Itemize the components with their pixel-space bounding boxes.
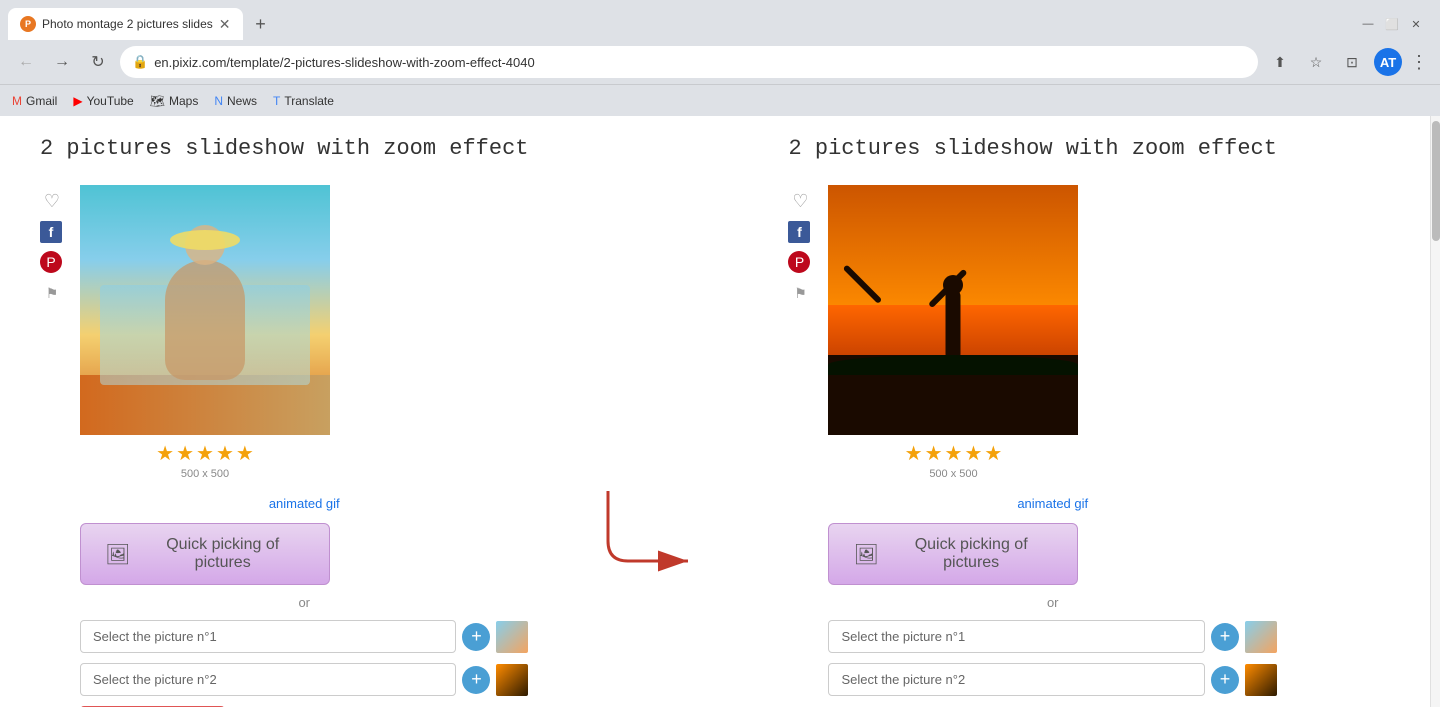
scrollbar-thumb[interactable] [1432,121,1440,241]
left-section: 2 pictures slideshow with zoom effect ♡ … [40,136,528,707]
window-controls: — ⬜ ✕ [1360,16,1432,32]
tab-close-btn[interactable]: ✕ [219,16,231,33]
pinterest-btn-left[interactable]: P [40,251,62,273]
page-content: 2 pictures slideshow with zoom effect ♡ … [0,116,1440,707]
left-controls: 🖼 Quick picking of pictures or Select th… [80,523,528,707]
bookmark-star-icon[interactable]: ☆ [1302,48,1330,76]
bookmark-news[interactable]: N News [214,94,257,108]
heart-btn-left[interactable]: ♡ [40,189,64,213]
left-preview-image [80,185,330,435]
forward-btn[interactable]: → [48,48,76,76]
menu-btn[interactable]: ⋮ [1410,52,1428,73]
right-select-pic1-btn[interactable]: Select the picture n°1 [828,620,1204,653]
left-thumb2 [496,664,528,696]
address-bar: ← → ↻ 🔒 en.pixiz.com/template/2-pictures… [0,40,1440,84]
right-section: 2 pictures slideshow with zoom effect ♡ … [788,136,1276,707]
profile-btn[interactable]: AT [1374,48,1402,76]
flag-btn-left[interactable]: ⚑ [40,281,64,305]
right-img-size: 500 x 500 [828,468,1078,480]
right-add-pic1-btn[interactable]: + [1211,623,1239,651]
social-sidebar-left: ♡ f P ⚑ [40,185,64,305]
scrollbar[interactable] [1430,116,1440,707]
bookmark-label: Gmail [26,94,57,108]
right-animated-gif-link[interactable]: animated gif [828,496,1276,511]
tab-search-icon[interactable]: ⊡ [1338,48,1366,76]
facebook-btn-left[interactable]: f [40,221,62,243]
browser-chrome: P Photo montage 2 pictures slides ✕ + — … [0,0,1440,116]
back-btn[interactable]: ← [12,48,40,76]
right-controls: 🖼 Quick picking of pictures or Select th… [828,523,1276,707]
left-preview-area: ♡ f P ⚑ [40,185,528,480]
right-add-pic2-btn[interactable]: + [1211,666,1239,694]
bookmark-gmail[interactable]: M Gmail [12,94,57,108]
bookmark-label: Translate [284,94,334,108]
right-quick-pick-icon: 🖼 [853,542,878,567]
right-or-label: or [828,595,1276,610]
url-text: en.pixiz.com/template/2-pictures-slidesh… [154,55,535,70]
right-preview-card: ★★★★★ 500 x 500 [828,185,1078,480]
bookmark-maps[interactable]: 🗺 Maps [150,94,199,108]
bookmarks-bar: M Gmail ▶ YouTube 🗺 Maps N News T Transl… [0,84,1440,116]
quick-pick-icon: 🖼 [105,542,130,567]
left-quick-pick-btn[interactable]: 🖼 Quick picking of pictures [80,523,330,585]
left-or-label: or [80,595,528,610]
right-preview-area: ♡ f P ⚑ [788,185,1276,480]
minimize-btn[interactable]: — [1360,16,1376,32]
tab-favicon: P [20,16,36,32]
left-add-pic2-btn[interactable]: + [462,666,490,694]
left-img-size: 500 x 500 [80,468,330,480]
refresh-btn[interactable]: ↻ [84,48,112,76]
heart-btn-right[interactable]: ♡ [788,189,812,213]
bookmark-youtube[interactable]: ▶ YouTube [73,94,133,108]
bookmark-label: Maps [169,94,198,108]
left-select-pic1-row: Select the picture n°1 + [80,620,528,653]
left-add-pic1-btn[interactable]: + [462,623,490,651]
right-quick-pick-btn[interactable]: 🖼 Quick picking of pictures [828,523,1078,585]
share-icon[interactable]: ⬆ [1266,48,1294,76]
right-preview-image [828,185,1078,435]
flag-btn-right[interactable]: ⚑ [788,281,812,305]
social-sidebar-right: ♡ f P ⚑ [788,185,812,305]
right-section-title: 2 pictures slideshow with zoom effect [788,136,1276,161]
pinterest-btn-right[interactable]: P [788,251,810,273]
left-preview-card: ★★★★★ 500 x 500 [80,185,330,480]
tab-title: Photo montage 2 pictures slides [42,17,213,31]
bookmark-label: News [227,94,257,108]
arrow-area [588,136,708,707]
direction-arrow [588,461,708,661]
right-select-pic2-row: Select the picture n°2 + [828,663,1276,696]
bookmark-label: YouTube [87,94,134,108]
address-icons: ⬆ ☆ ⊡ AT ⋮ [1266,48,1428,76]
left-section-title: 2 pictures slideshow with zoom effect [40,136,528,161]
restore-btn[interactable]: ⬜ [1384,16,1400,32]
right-stars: ★★★★★ [828,441,1078,466]
facebook-btn-right[interactable]: f [788,221,810,243]
left-stars: ★★★★★ [80,441,330,466]
left-select-pic2-btn[interactable]: Select the picture n°2 [80,663,456,696]
bookmark-translate[interactable]: T Translate [273,94,334,108]
active-tab[interactable]: P Photo montage 2 pictures slides ✕ [8,8,243,40]
right-select-pic1-row: Select the picture n°1 + [828,620,1276,653]
left-select-pic1-btn[interactable]: Select the picture n°1 [80,620,456,653]
left-animated-gif-link[interactable]: animated gif [80,496,528,511]
right-thumb2 [1245,664,1277,696]
tab-bar: P Photo montage 2 pictures slides ✕ + — … [0,0,1440,40]
address-input[interactable]: 🔒 en.pixiz.com/template/2-pictures-slide… [120,46,1258,78]
right-thumb1 [1245,621,1277,653]
close-btn[interactable]: ✕ [1408,16,1424,32]
left-select-pic2-row: Select the picture n°2 + [80,663,528,696]
left-thumb1 [496,621,528,653]
right-select-pic2-btn[interactable]: Select the picture n°2 [828,663,1204,696]
new-tab-btn[interactable]: + [247,10,275,38]
